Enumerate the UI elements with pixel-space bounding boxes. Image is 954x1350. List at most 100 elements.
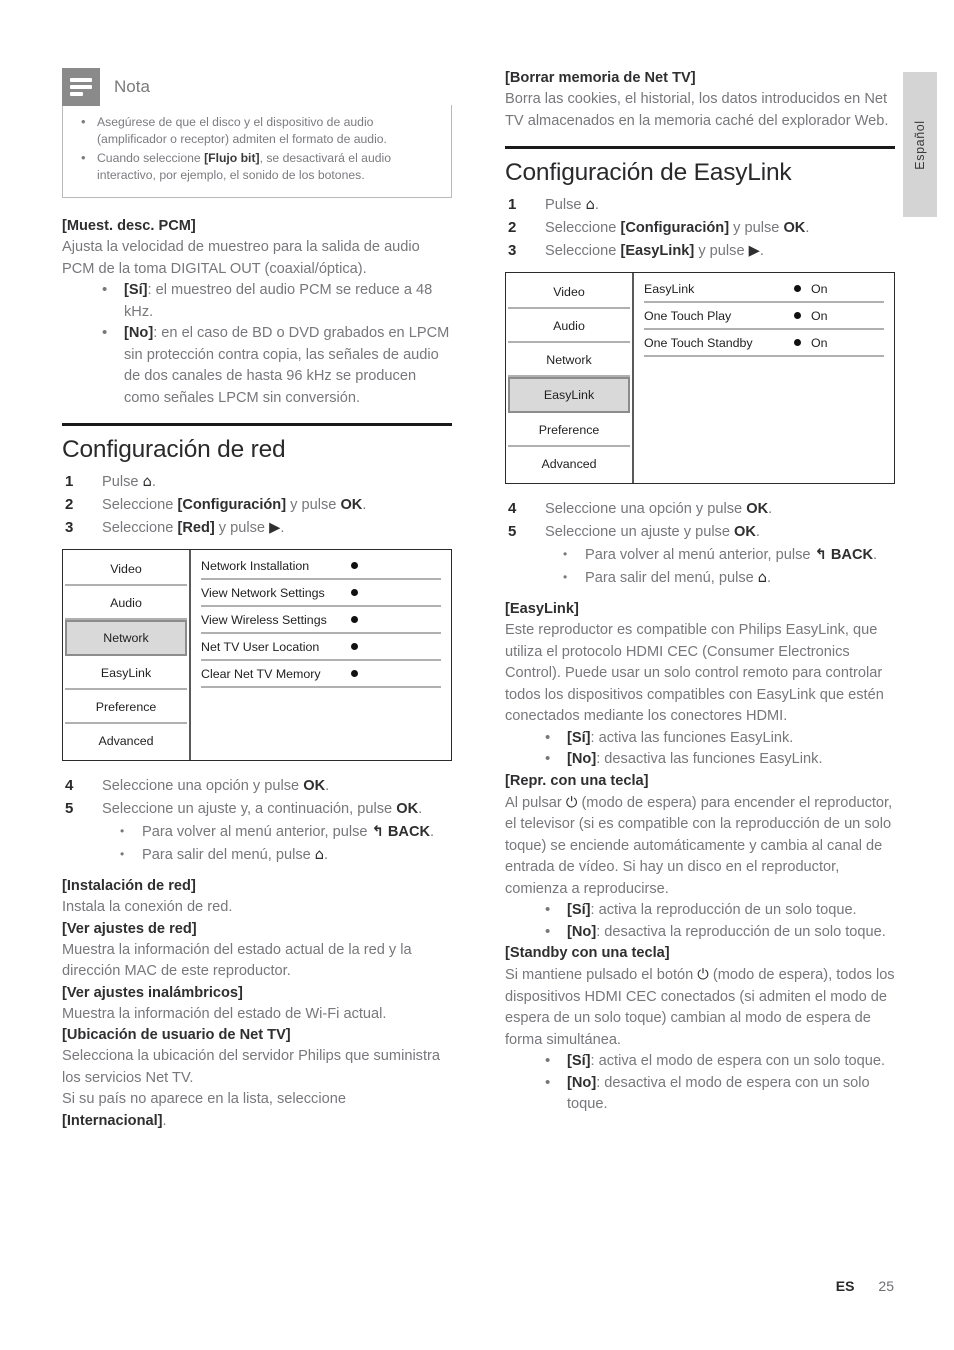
menu-item-network[interactable]: Network (65, 620, 187, 656)
step: 1 Pulse ⌂. (62, 471, 452, 493)
list-item: [Sí]: el muestreo del audio PCM se reduc… (62, 279, 452, 323)
bullet-dot-icon (794, 339, 801, 346)
menu-item-network[interactable]: Network (508, 343, 630, 377)
note-icon (62, 68, 100, 106)
menu-item-easylink[interactable]: EasyLink (508, 377, 630, 413)
menu-item-advanced[interactable]: Advanced (65, 724, 187, 758)
network-definitions: [Instalación de red] Instala la conexión… (62, 876, 452, 1132)
menu-row-label: One Touch Play (644, 308, 732, 323)
note-header: Nota (62, 68, 452, 106)
left-column: Nota Asegúrese de que el disco y el disp… (62, 68, 452, 1132)
menu-row[interactable]: One Touch Play On (644, 303, 884, 330)
list-item: Para volver al menú anterior, pulse ↰ BA… (505, 544, 895, 567)
step-number: 3 (508, 242, 517, 259)
definition-desc: Muestra la información del estado actual… (62, 941, 412, 980)
network-section-heading: Configuración de red (62, 436, 286, 463)
step-number: 2 (65, 496, 74, 513)
definition-desc: Instala la conexión de red. (62, 899, 233, 915)
power-standby-icon: ⏻ (565, 793, 578, 811)
easylink-steps-continued: 4 Seleccione una opción y pulse OK. 5 Se… (505, 498, 895, 589)
menu-row-label: View Wireless Settings (201, 612, 327, 627)
menu-category-list: Video Audio Network EasyLink Preference … (506, 273, 634, 483)
menu-item-advanced[interactable]: Advanced (508, 447, 630, 481)
definition-term: [Standby con una tecla] (505, 945, 670, 961)
note-box: Nota Asegúrese de que el disco y el disp… (62, 68, 452, 198)
one-touch-play-bullets: [Sí]: activa la reproducción de un solo … (505, 899, 895, 943)
back-arrow-icon: ↰ (814, 546, 827, 563)
play-right-icon: ▶ (269, 519, 281, 536)
back-arrow-icon: ↰ (371, 823, 384, 840)
easylink-sub-bullets: Para volver al menú anterior, pulse ↰ BA… (505, 544, 895, 589)
menu-row-label: View Network Settings (201, 585, 325, 600)
menu-item-video[interactable]: Video (65, 552, 187, 586)
menu-row[interactable]: View Network Settings (201, 580, 441, 607)
easylink-section-heading: Configuración de EasyLink (505, 159, 792, 186)
menu-row-label: EasyLink (644, 281, 695, 296)
menu-row-value: On (811, 335, 828, 350)
network-sub-bullets: Para volver al menú anterior, pulse ↰ BA… (62, 821, 452, 866)
manual-page: Español Nota Asegúrese de que el disco y… (0, 0, 954, 1350)
menu-item-audio[interactable]: Audio (508, 309, 630, 343)
menu-row[interactable]: Net TV User Location (201, 634, 441, 661)
menu-row[interactable]: One Touch Standby On (644, 330, 884, 357)
language-tab: Español (903, 72, 937, 217)
menu-row-label: Network Installation (201, 558, 310, 573)
bullet-dot-icon (794, 285, 801, 292)
one-touch-standby-definition: [Standby con una tecla] Si mantiene puls… (505, 943, 895, 1116)
definition-desc: Muestra la información del estado de Wi-… (62, 1005, 387, 1022)
menu-category-list: Video Audio Network EasyLink Preference … (63, 550, 191, 760)
menu-item-easylink[interactable]: EasyLink (65, 656, 187, 690)
menu-options-list: Network Installation View Network Settin… (191, 550, 451, 760)
power-standby-icon: ⏻ (697, 966, 709, 983)
pcm-bullets: [Sí]: el muestreo del audio PCM se reduc… (62, 279, 452, 409)
easylink-bullets: [Sí]: activa las funciones EasyLink. [No… (505, 727, 895, 771)
list-item: [No]: desactiva las funciones EasyLink. (505, 748, 895, 771)
bullet-dot-icon (351, 670, 358, 677)
bullet-dot-icon (351, 643, 358, 650)
home-icon: ⌂ (314, 845, 325, 863)
bullet-dot-icon (351, 562, 358, 569)
footer-page-number: 25 (878, 1278, 894, 1294)
list-item: [No]: en el caso de BD o DVD grabados en… (62, 322, 452, 409)
menu-item-preference[interactable]: Preference (508, 413, 630, 447)
step: 5 Seleccione un ajuste y pulse OK. (505, 521, 895, 543)
menu-row-value: On (811, 281, 828, 296)
menu-item-preference[interactable]: Preference (65, 690, 187, 724)
page-footer: ES 25 (0, 1278, 954, 1294)
definition-term: [Ver ajustes de red] (62, 920, 197, 937)
list-item: [Sí]: activa las funciones EasyLink. (505, 727, 895, 750)
menu-row[interactable]: Clear Net TV Memory (201, 661, 441, 688)
note-title: Nota (114, 77, 150, 96)
definition-desc: Este reproductor es compatible con Phili… (505, 622, 884, 724)
menu-row[interactable]: View Wireless Settings (201, 607, 441, 634)
bullet-dot-icon (351, 589, 358, 596)
step-number: 5 (508, 523, 517, 540)
menu-row[interactable]: Network Installation (201, 553, 441, 580)
list-item: [Sí]: activa el modo de espera con un so… (505, 1050, 895, 1073)
easylink-definition: [EasyLink] Este reproductor es compatibl… (505, 599, 895, 771)
step-number: 3 (65, 519, 74, 536)
list-item: Para salir del menú, pulse ⌂. (62, 844, 452, 867)
definition-desc: Borra las cookies, el historial, los dat… (505, 91, 889, 129)
play-right-icon: ▶ (748, 242, 760, 259)
definition-term: [Repr. con una tecla] (505, 772, 649, 789)
clear-memory-definition: [Borrar memoria de Net TV] Borra las coo… (505, 68, 895, 132)
step: 3 Seleccione [EasyLink] y pulse ▶. (505, 240, 895, 262)
definition-term: [Ubicación de usuario de Net TV] (62, 1027, 291, 1043)
language-tab-label: Español (913, 119, 927, 170)
menu-item-audio[interactable]: Audio (65, 586, 187, 620)
network-settings-menu: Video Audio Network EasyLink Preference … (62, 549, 452, 761)
menu-row[interactable]: EasyLink On (644, 276, 884, 303)
pcm-term: [Muest. desc. PCM] (62, 218, 196, 234)
list-item: [No]: desactiva el modo de espera con un… (505, 1072, 895, 1116)
step: 3 Seleccione [Red] y pulse ▶. (62, 517, 452, 539)
note-item: Asegúrese de que el disco y el dispositi… (75, 113, 439, 148)
step: 1 Pulse ⌂. (505, 194, 895, 216)
menu-item-video[interactable]: Video (508, 275, 630, 309)
menu-row-value: On (811, 308, 828, 323)
one-touch-standby-bullets: [Sí]: activa el modo de espera con un so… (505, 1050, 895, 1116)
footer-locale: ES (835, 1278, 855, 1294)
network-steps-continued: 4 Seleccione una opción y pulse OK. 5 Se… (62, 775, 452, 866)
list-item: Para salir del menú, pulse ⌂. (505, 567, 895, 590)
definition-term: [Ver ajustes inalámbricos] (62, 984, 243, 1001)
